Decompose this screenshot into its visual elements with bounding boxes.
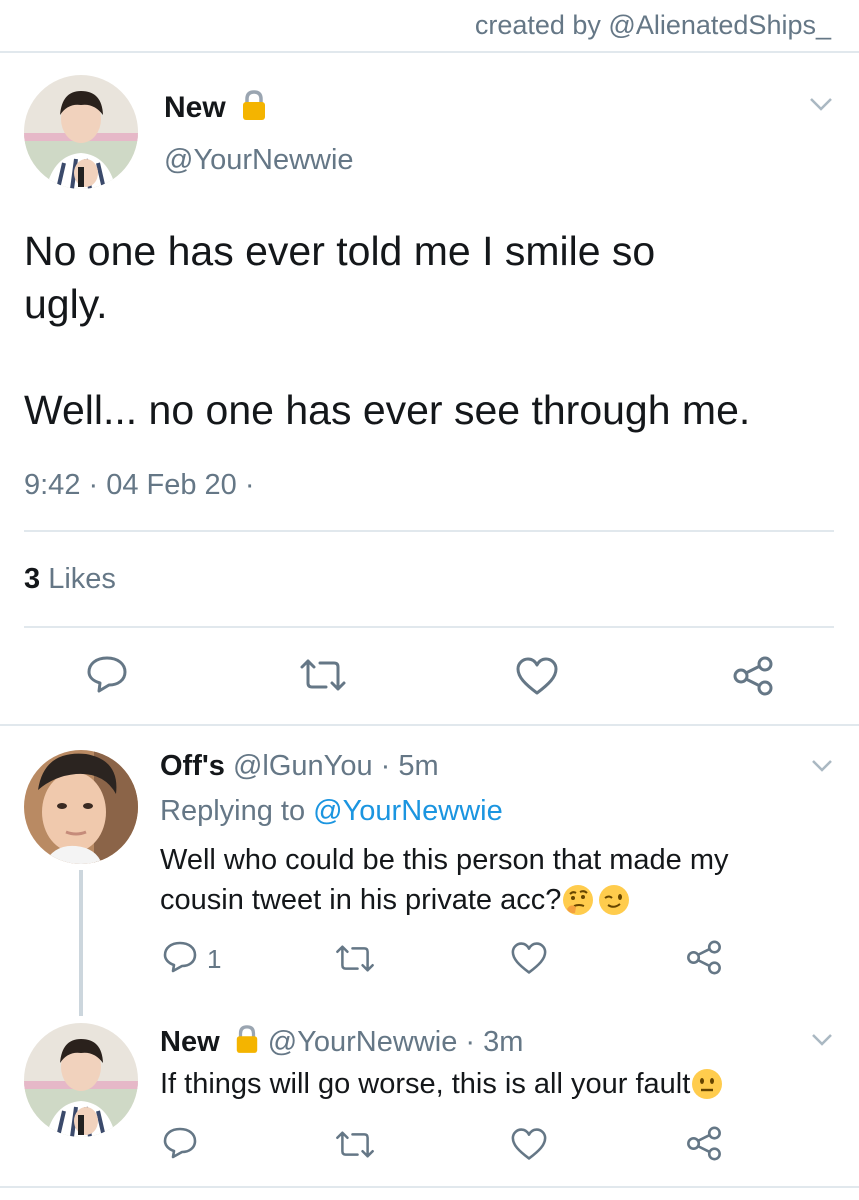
chevron-down-icon[interactable] <box>808 96 834 112</box>
likes-label: Likes <box>48 563 116 595</box>
chevron-down-icon[interactable] <box>810 758 834 773</box>
reply-avatar[interactable] <box>24 1023 138 1137</box>
reply-header[interactable]: New @YourNewwie · 3m <box>160 1024 523 1062</box>
retweet-icon[interactable] <box>334 944 376 973</box>
reply-meta: @lGunYou · 5m <box>232 750 439 782</box>
reply-count: 1 <box>207 944 222 974</box>
author-avatar[interactable] <box>24 75 138 189</box>
credit-text: created by @AlienatedShips_ <box>474 10 831 40</box>
tweet-text-line: Well... no one has ever see through me. <box>24 387 751 433</box>
reply-text-line: Well who could be this person that made … <box>160 844 729 876</box>
reply-text: If things will go worse, this is all you… <box>160 1064 724 1112</box>
likes-stat[interactable]: 3 Likes <box>24 563 116 596</box>
tweet-text-line: No one has ever told me I smile so <box>24 228 656 274</box>
like-icon[interactable] <box>510 1127 548 1161</box>
replying-to: Replying to @YourNewwie <box>160 795 503 828</box>
reply-text: Well who could be this person that made … <box>160 840 728 928</box>
divider <box>0 724 859 726</box>
author-name-text: New <box>164 91 226 124</box>
reply-icon[interactable] <box>162 940 198 974</box>
thread-connector <box>79 870 83 1016</box>
replying-to-prefix: Replying to <box>160 795 306 827</box>
tweet-text-line: ugly. <box>24 281 108 327</box>
share-icon[interactable] <box>684 939 724 976</box>
divider <box>24 626 834 628</box>
top-divider <box>0 51 859 53</box>
like-icon[interactable] <box>510 941 548 975</box>
replying-to-handle[interactable]: @YourNewwie <box>313 795 503 827</box>
reply-author-name: Off's <box>160 750 225 782</box>
divider <box>24 530 834 532</box>
divider <box>0 1186 859 1188</box>
neutral-face-emoji-icon <box>690 1067 724 1112</box>
share-icon[interactable] <box>684 1125 724 1162</box>
thinking-face-emoji-icon <box>561 883 595 928</box>
likes-count: 3 <box>24 563 41 595</box>
author-handle[interactable]: @YourNewwie <box>164 144 354 177</box>
retweet-icon[interactable] <box>334 1130 376 1159</box>
chevron-down-icon[interactable] <box>810 1032 834 1047</box>
lock-icon <box>234 1024 260 1062</box>
like-icon[interactable] <box>515 656 559 696</box>
lock-icon <box>240 89 268 129</box>
reply-avatar[interactable] <box>24 750 138 864</box>
reply-icon[interactable] <box>162 1126 198 1160</box>
retweet-icon[interactable] <box>298 658 348 692</box>
reply-text-line-2: cousin tweet in his private acc? <box>160 880 728 928</box>
reply-text-span: If things will go worse, this is all you… <box>160 1068 691 1100</box>
share-icon[interactable] <box>730 655 776 697</box>
reply-icon[interactable] <box>86 654 128 694</box>
winking-face-emoji-icon <box>597 883 631 928</box>
reply-text-span: cousin tweet in his private acc? <box>160 884 562 916</box>
tweet-timestamp[interactable]: 9:42 · 04 Feb 20 · <box>24 469 255 502</box>
author-name[interactable]: New <box>164 89 268 129</box>
reply-author-name: New <box>160 1026 220 1058</box>
reply-header[interactable]: Off's @lGunYou · 5m <box>160 750 439 783</box>
reply-meta: @YourNewwie · 3m <box>267 1026 524 1058</box>
tweet-text: No one has ever told me I smile so ugly.… <box>24 225 750 437</box>
